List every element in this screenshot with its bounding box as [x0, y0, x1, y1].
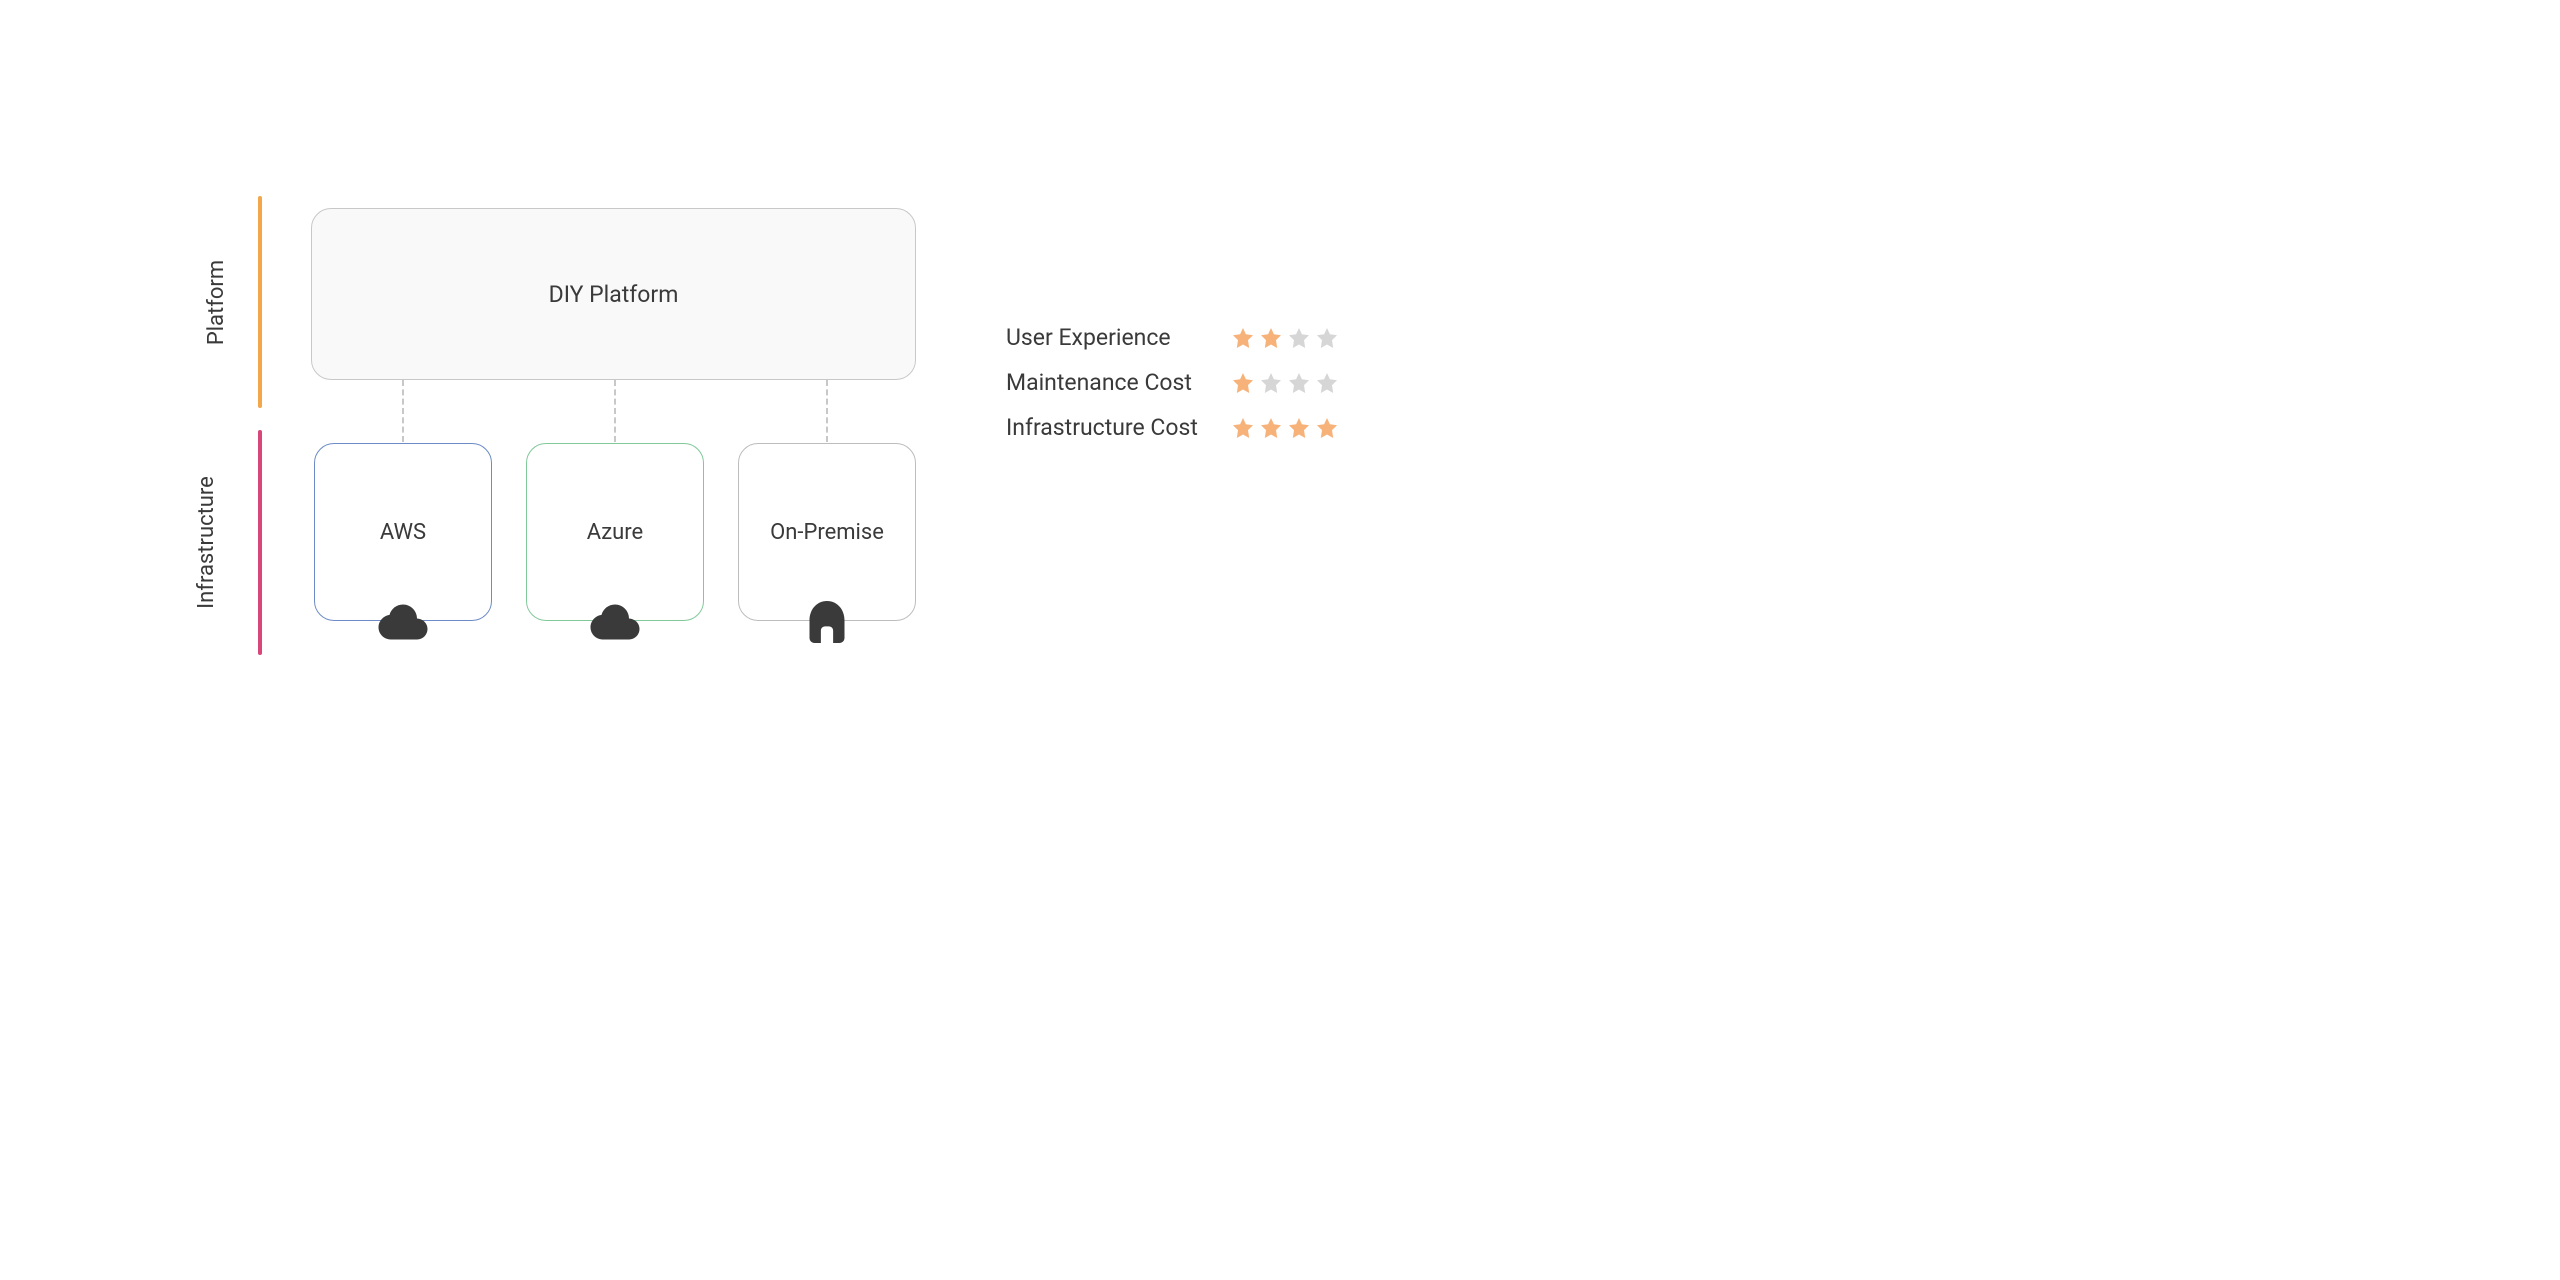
rating-row: User Experience	[1006, 324, 1339, 351]
star-icon	[1231, 371, 1255, 395]
infra-box-aws: AWS	[314, 443, 492, 621]
rating-label: User Experience	[1006, 324, 1231, 351]
star-icon	[1315, 371, 1339, 395]
infra-box-label: On-Premise	[770, 520, 884, 545]
home-icon	[799, 594, 855, 650]
rating-label: Maintenance Cost	[1006, 369, 1231, 396]
ratings-panel: User Experience Maintenance Cost Infrast…	[1006, 324, 1339, 459]
rating-stars	[1231, 326, 1339, 350]
rating-stars	[1231, 416, 1339, 440]
infra-box-label: AWS	[380, 520, 426, 545]
connector-onprem	[826, 380, 828, 442]
star-icon	[1287, 416, 1311, 440]
rating-label: Infrastructure Cost	[1006, 414, 1231, 441]
star-icon	[1259, 371, 1283, 395]
connector-aws	[402, 380, 404, 442]
rating-stars	[1231, 371, 1339, 395]
infrastructure-section-bar	[258, 430, 262, 655]
star-icon	[1231, 326, 1255, 350]
star-icon	[1315, 326, 1339, 350]
infrastructure-section-label: Infrastructure	[194, 476, 219, 609]
infra-box-onprem: On-Premise	[738, 443, 916, 621]
cloud-icon	[587, 594, 643, 650]
star-icon	[1315, 416, 1339, 440]
infra-box-azure: Azure	[526, 443, 704, 621]
star-icon	[1287, 371, 1311, 395]
star-icon	[1287, 326, 1311, 350]
platform-box-title: DIY Platform	[549, 281, 679, 308]
rating-row: Maintenance Cost	[1006, 369, 1339, 396]
platform-box: DIY Platform	[311, 208, 916, 380]
star-icon	[1259, 326, 1283, 350]
rating-row: Infrastructure Cost	[1006, 414, 1339, 441]
platform-section-bar	[258, 196, 262, 408]
cloud-icon	[375, 594, 431, 650]
diagram-canvas: Platform Infrastructure DIY Platform AWS…	[0, 0, 2560, 1280]
star-icon	[1259, 416, 1283, 440]
star-icon	[1231, 416, 1255, 440]
platform-section-label: Platform	[204, 260, 229, 345]
infra-box-label: Azure	[587, 520, 643, 545]
connector-azure	[614, 380, 616, 442]
